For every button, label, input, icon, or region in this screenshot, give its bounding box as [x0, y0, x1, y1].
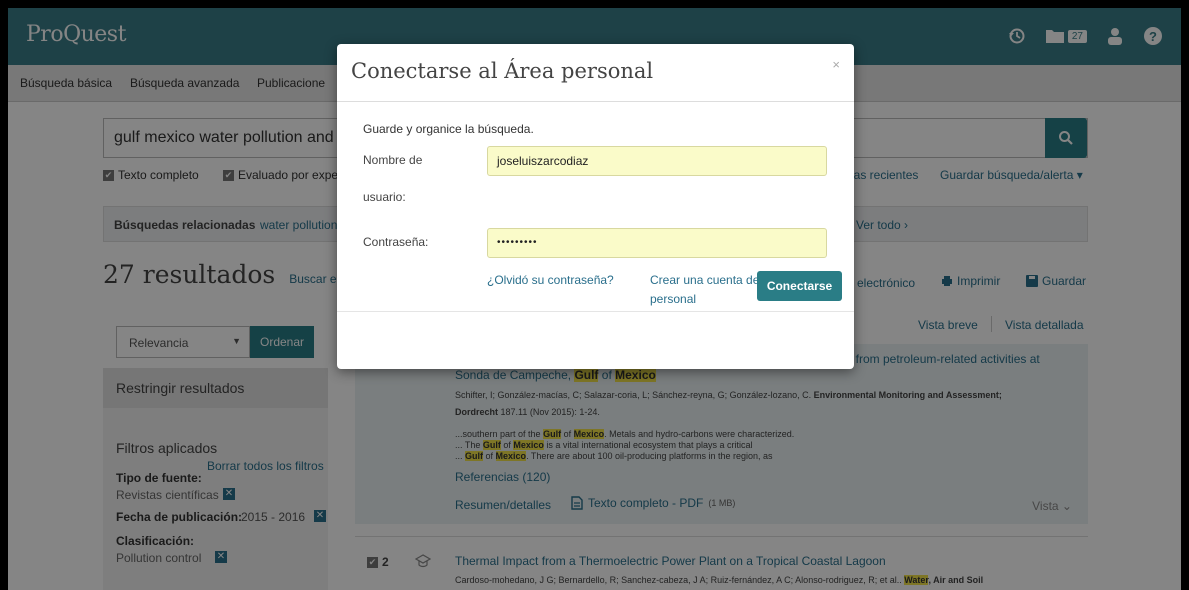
login-dialog: Conectarse al Área personal × Guarde y o… — [337, 44, 854, 369]
forgot-password-link[interactable]: ¿Olvidó su contraseña? — [487, 273, 614, 287]
username-label-line1: Nombre de — [363, 153, 423, 167]
password-field[interactable]: ••••••••• — [487, 228, 827, 258]
dialog-subtitle: Guarde y organice la búsqueda. — [363, 122, 534, 136]
dialog-header: Conectarse al Área personal × — [337, 44, 854, 102]
connect-button[interactable]: Conectarse — [757, 271, 842, 301]
app-frame: ProQuest 27 ? Búsqueda básica Búsqueda a… — [8, 8, 1181, 590]
dialog-title: Conectarse al Área personal — [351, 59, 654, 83]
create-account-link-line2[interactable]: personal — [650, 292, 696, 306]
close-icon[interactable]: × — [832, 57, 840, 72]
password-label: Contraseña: — [363, 235, 429, 249]
username-field[interactable]: joseluiszarcodiaz — [487, 146, 827, 176]
username-label-line2: usuario: — [363, 190, 406, 204]
